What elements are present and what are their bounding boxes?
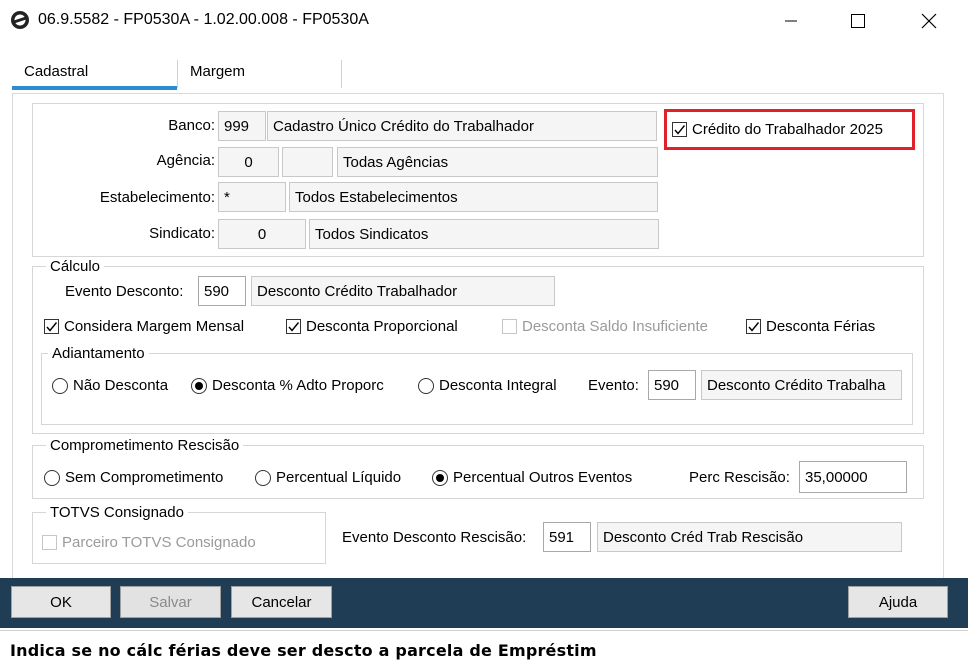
desconta-saldo-insuficiente-label: Desconta Saldo Insuficiente [522, 318, 708, 335]
sindicato-code-field[interactable]: 0 [218, 219, 306, 249]
radio-desconta-adto-proporc-label: Desconta % Adto Proporc [212, 377, 384, 394]
radio-desconta-integral[interactable]: Desconta Integral [418, 377, 557, 394]
radio-desconta-adto-proporc[interactable]: Desconta % Adto Proporc [191, 377, 384, 394]
radio-circle [52, 377, 68, 394]
sindicato-description: Todos Sindicatos [309, 219, 659, 249]
window-title: 06.9.5582 - FP0530A - 1.02.00.008 - FP05… [38, 11, 369, 28]
close-icon [921, 13, 937, 29]
agencia-code-field[interactable]: 0 [218, 147, 279, 177]
checkmark-icon [46, 322, 58, 332]
checkmark-icon [674, 125, 686, 135]
checkbox-box [672, 122, 687, 137]
adiantamento-legend: Adiantamento [48, 345, 149, 362]
tab-margem[interactable]: Margem [190, 63, 245, 91]
radio-circle [191, 377, 207, 394]
radio-circle [44, 469, 60, 486]
radio-circle [418, 377, 434, 394]
desconta-saldo-insuficiente-checkbox[interactable]: Desconta Saldo Insuficiente [502, 318, 708, 335]
status-bar-text: Indica se no cálc férias deve ser descto… [10, 641, 597, 660]
totvs-consignado-legend: TOTVS Consignado [46, 504, 188, 521]
calculo-legend: Cálculo [46, 258, 105, 275]
evento-desconto-rescisao-code-field[interactable]: 591 [543, 522, 591, 552]
radio-circle [432, 469, 448, 486]
radio-percentual-liquido[interactable]: Percentual Líquido [255, 469, 401, 486]
ok-button[interactable]: OK [11, 586, 111, 618]
credito-trabalhador-2025-label: Crédito do Trabalhador 2025 [692, 121, 883, 138]
agencia-digit-field[interactable] [282, 147, 333, 177]
ajuda-button[interactable]: Ajuda [848, 586, 948, 618]
radio-sem-comprometimento[interactable]: Sem Comprometimento [44, 469, 223, 486]
checkmark-icon [748, 322, 760, 332]
app-logo-icon [11, 11, 29, 29]
banco-description: Cadastro Único Crédito do Trabalhador [267, 111, 657, 141]
radio-nao-desconta-label: Não Desconta [73, 377, 169, 394]
parceiro-totvs-consignado-checkbox[interactable]: Parceiro TOTVS Consignado [42, 534, 256, 551]
agencia-description: Todas Agências [337, 147, 658, 177]
minimize-button[interactable] [768, 0, 814, 42]
radio-circle [255, 469, 271, 486]
desconta-ferias-checkbox[interactable]: Desconta Férias [746, 318, 875, 335]
considera-margem-mensal-checkbox[interactable]: Considera Margem Mensal [44, 318, 244, 335]
checkbox-box [44, 319, 59, 334]
evento-desconto-rescisao-description: Desconto Créd Trab Rescisão [597, 522, 902, 552]
banco-label: Banco: [168, 117, 215, 134]
evento-desconto-label: Evento Desconto: [65, 283, 184, 300]
adiantamento-evento-description: Desconto Crédito Trabalha [701, 370, 902, 400]
comprometimento-legend: Comprometimento Rescisão [46, 437, 244, 454]
active-tab-indicator [12, 86, 177, 90]
close-button[interactable] [906, 0, 952, 42]
tab-divider [177, 60, 178, 88]
perc-rescisao-field[interactable]: 35,00000 [799, 461, 907, 493]
adiantamento-evento-code-field[interactable]: 590 [648, 370, 696, 400]
desconta-ferias-label: Desconta Férias [766, 318, 876, 335]
estabelecimento-code-field[interactable]: * [218, 182, 286, 212]
checkbox-box [42, 535, 57, 550]
checkbox-box [502, 319, 517, 334]
checkbox-box [746, 319, 761, 334]
radio-percentual-outros-eventos-label: Percentual Outros Eventos [453, 469, 633, 486]
radio-nao-desconta[interactable]: Não Desconta [52, 377, 168, 394]
agencia-label: Agência: [156, 152, 215, 169]
estabelecimento-description: Todos Estabelecimentos [289, 182, 658, 212]
adiantamento-evento-label: Evento: [588, 377, 639, 394]
desconta-proporcional-checkbox[interactable]: Desconta Proporcional [286, 318, 458, 335]
banco-code-field[interactable]: 999 [218, 111, 266, 141]
checkbox-box [286, 319, 301, 334]
salvar-button[interactable]: Salvar [120, 586, 221, 618]
checkmark-icon [288, 322, 300, 332]
sindicato-label: Sindicato: [149, 225, 215, 242]
perc-rescisao-label: Perc Rescisão: [689, 469, 790, 486]
radio-percentual-liquido-label: Percentual Líquido [276, 469, 402, 486]
evento-desconto-rescisao-label: Evento Desconto Rescisão: [342, 529, 527, 546]
tab-divider [341, 60, 342, 88]
evento-desconto-code-field[interactable]: 590 [198, 276, 246, 306]
radio-percentual-outros-eventos[interactable]: Percentual Outros Eventos [432, 469, 632, 486]
cancelar-button[interactable]: Cancelar [231, 586, 332, 618]
maximize-icon [851, 14, 865, 28]
desconta-proporcional-label: Desconta Proporcional [306, 318, 458, 335]
maximize-button[interactable] [835, 0, 881, 42]
radio-desconta-integral-label: Desconta Integral [439, 377, 557, 394]
considera-margem-mensal-label: Considera Margem Mensal [64, 318, 245, 335]
evento-desconto-description: Desconto Crédito Trabalhador [251, 276, 555, 306]
estabelecimento-label: Estabelecimento: [99, 189, 215, 206]
parceiro-totvs-consignado-label: Parceiro TOTVS Consignado [62, 534, 256, 551]
minimize-icon [785, 20, 797, 22]
credito-trabalhador-2025-checkbox[interactable]: Crédito do Trabalhador 2025 [672, 121, 883, 138]
radio-sem-comprometimento-label: Sem Comprometimento [65, 469, 224, 486]
